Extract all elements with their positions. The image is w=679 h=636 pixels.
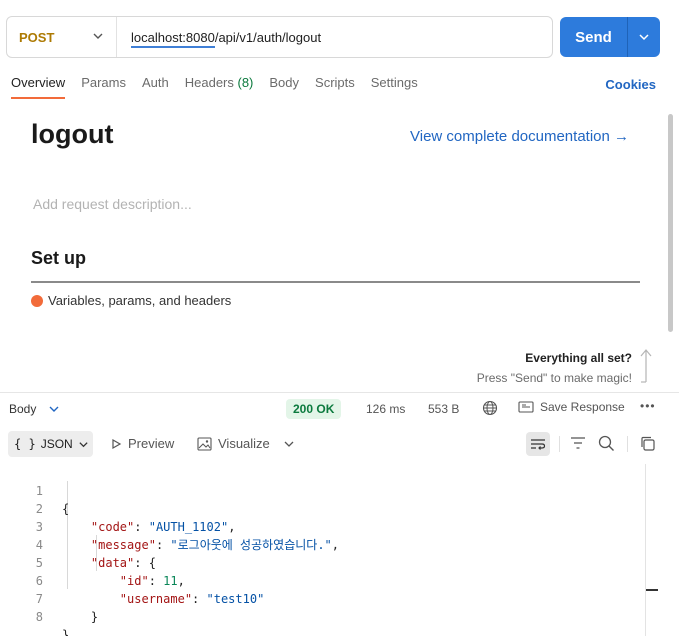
code-line: 4 "data": {	[0, 518, 645, 570]
request-description-input[interactable]: Add request description...	[33, 196, 192, 212]
search-icon[interactable]	[598, 435, 615, 452]
scroll-position-marker	[646, 589, 658, 591]
chevron-down-icon	[79, 441, 88, 447]
setup-item-label: Variables, params, and headers	[48, 293, 232, 308]
chevron-down-icon	[49, 406, 59, 412]
tab-headers[interactable]: Headers (8)	[185, 75, 254, 99]
response-code-viewer[interactable]: 1 { 2 "code": "AUTH_1102", 3 "message": …	[0, 464, 645, 636]
more-options-icon[interactable]: •••	[640, 399, 656, 413]
method-label: POST	[19, 29, 55, 45]
image-icon	[197, 436, 212, 451]
response-size[interactable]: 553 B	[428, 402, 459, 416]
chevron-down-icon[interactable]	[283, 438, 295, 450]
code-line: 7 }	[0, 572, 645, 624]
send-button-group: Send	[560, 17, 660, 57]
code-text: }	[62, 610, 99, 624]
overview-scrollbar[interactable]	[668, 114, 673, 332]
code-line: 5 "id": 11,	[0, 536, 645, 588]
tab-headers-count: (8)	[237, 75, 254, 90]
response-body-selector[interactable]: Body	[9, 402, 60, 416]
url-variable-underline	[131, 46, 215, 48]
response-status-bar: Body 200 OK 126 ms 553 B Save Response •…	[0, 392, 679, 424]
response-time[interactable]: 126 ms	[366, 402, 405, 416]
tab-headers-label: Headers	[184, 75, 234, 90]
tab-params[interactable]: Params	[81, 75, 126, 99]
setup-divider	[31, 281, 640, 283]
hint-subtitle: Press "Send" to make magic!	[476, 371, 632, 385]
tab-body[interactable]: Body	[269, 75, 299, 99]
toolbar-divider	[559, 436, 560, 452]
word-wrap-button[interactable]	[526, 432, 550, 456]
request-title[interactable]: logout	[31, 119, 113, 150]
wrap-icon	[531, 439, 546, 450]
format-label: JSON	[40, 437, 73, 451]
tab-overview[interactable]: Overview	[11, 75, 66, 99]
toolbar-divider	[627, 436, 628, 452]
preview-label: Preview	[128, 436, 175, 451]
format-selector[interactable]: { } JSON	[8, 431, 93, 457]
visualize-button[interactable]: Visualize	[197, 436, 270, 451]
send-button[interactable]: Send	[560, 29, 627, 46]
filter-icon[interactable]	[570, 436, 586, 450]
code-line: 6 "username": "test10"	[0, 554, 645, 606]
preview-button[interactable]: Preview	[110, 436, 174, 451]
chevron-down-icon	[639, 34, 649, 41]
send-options-button[interactable]	[628, 31, 660, 43]
request-tabs: Overview Params Auth Headers (8) Body Sc…	[11, 75, 434, 99]
view-documentation-link[interactable]: View complete documentation →	[410, 128, 629, 145]
chevron-down-icon	[93, 33, 103, 39]
copy-icon[interactable]	[640, 436, 655, 451]
code-scrollbar[interactable]	[645, 464, 657, 636]
braces-icon: { }	[14, 437, 36, 451]
save-response-button[interactable]: Save Response	[518, 400, 625, 414]
response-body-label: Body	[9, 402, 37, 416]
code-line: 2 "code": "AUTH_1102",	[0, 482, 645, 534]
response-toolbar: { } JSON Preview Visualize	[0, 430, 679, 460]
status-badge[interactable]: 200 OK	[286, 399, 342, 419]
play-icon	[112, 438, 122, 449]
save-response-label: Save Response	[540, 400, 625, 414]
code-line: 3 "message": "로그아웃에 성공하였습니다.",	[0, 500, 645, 552]
setup-item-variables[interactable]: Variables, params, and headers	[31, 293, 231, 308]
status-dot-icon	[31, 294, 43, 307]
tab-auth[interactable]: Auth	[142, 75, 169, 99]
arrow-up-icon	[640, 349, 652, 383]
request-url-bar: POST localhost:8080/api/v1/auth/logout	[6, 16, 553, 58]
method-selector[interactable]: POST	[7, 17, 117, 57]
cookies-link[interactable]: Cookies	[605, 77, 656, 92]
tab-settings[interactable]: Settings	[371, 75, 418, 99]
code-text: }	[62, 628, 70, 636]
code-line: 1 {	[0, 464, 645, 516]
code-line: 8 }	[0, 590, 645, 636]
url-input[interactable]: localhost:8080/api/v1/auth/logout	[131, 30, 321, 45]
tab-scripts[interactable]: Scripts	[315, 75, 355, 99]
save-icon	[518, 401, 534, 413]
globe-icon[interactable]	[482, 400, 498, 416]
setup-heading: Set up	[31, 248, 87, 268]
line-number: 8	[35, 610, 43, 624]
hint-title: Everything all set?	[525, 351, 632, 365]
visualize-label: Visualize	[218, 436, 270, 451]
